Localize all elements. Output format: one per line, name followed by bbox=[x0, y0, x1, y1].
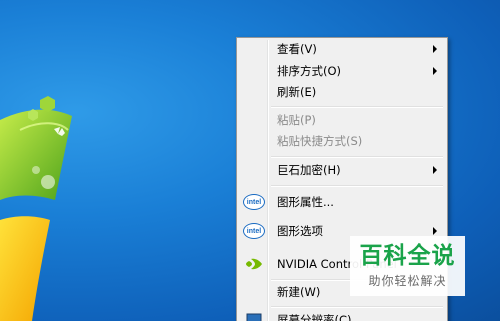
menu-item-screen-resolution[interactable]: 屏幕分辨率(C) bbox=[239, 309, 445, 321]
menu-item-refresh-label: 刷新(E) bbox=[277, 85, 317, 99]
intel-icon: intel bbox=[243, 193, 265, 211]
menu-item-paste-label: 粘贴(P) bbox=[277, 113, 316, 127]
menu-item-graphics-options-label: 图形选项 bbox=[277, 224, 323, 238]
submenu-arrow-icon bbox=[433, 45, 437, 53]
menu-item-graphics-properties-label: 图形属性... bbox=[277, 195, 334, 209]
menu-separator bbox=[271, 156, 443, 158]
menu-item-paste-shortcut-label: 粘贴快捷方式(S) bbox=[277, 134, 363, 148]
menu-item-sort[interactable]: 排序方式(O) bbox=[239, 60, 445, 82]
baike-watermark: 百科全说 助你轻松解决 bbox=[350, 236, 465, 296]
menu-item-paste[interactable]: 粘贴(P) bbox=[239, 109, 445, 131]
menu-item-refresh[interactable]: 刷新(E) bbox=[239, 81, 445, 103]
watermark-title: 百科全说 bbox=[359, 243, 456, 269]
submenu-arrow-icon bbox=[433, 166, 437, 174]
menu-item-view[interactable]: 查看(V) bbox=[239, 38, 445, 60]
nvidia-icon bbox=[243, 255, 265, 273]
menu-separator bbox=[271, 106, 443, 108]
submenu-arrow-icon bbox=[433, 227, 437, 235]
submenu-arrow-icon bbox=[433, 67, 437, 75]
watermark-subtitle: 助你轻松解决 bbox=[368, 274, 447, 288]
menu-separator bbox=[271, 185, 443, 187]
menu-item-screen-resolution-label: 屏幕分辨率(C) bbox=[277, 313, 352, 321]
windows-logo-art bbox=[0, 96, 72, 321]
menu-item-view-label: 查看(V) bbox=[277, 42, 317, 56]
menu-item-paste-shortcut[interactable]: 粘贴快捷方式(S) bbox=[239, 130, 445, 152]
display-icon bbox=[243, 311, 265, 321]
menu-item-encrypt[interactable]: 巨石加密(H) bbox=[239, 159, 445, 181]
menu-item-graphics-properties[interactable]: intel 图形属性... bbox=[239, 191, 445, 213]
menu-item-new-label: 新建(W) bbox=[277, 285, 321, 299]
menu-item-sort-label: 排序方式(O) bbox=[277, 64, 342, 78]
intel-icon: intel bbox=[243, 222, 265, 240]
menu-separator bbox=[271, 306, 443, 308]
menu-item-encrypt-label: 巨石加密(H) bbox=[277, 163, 341, 177]
